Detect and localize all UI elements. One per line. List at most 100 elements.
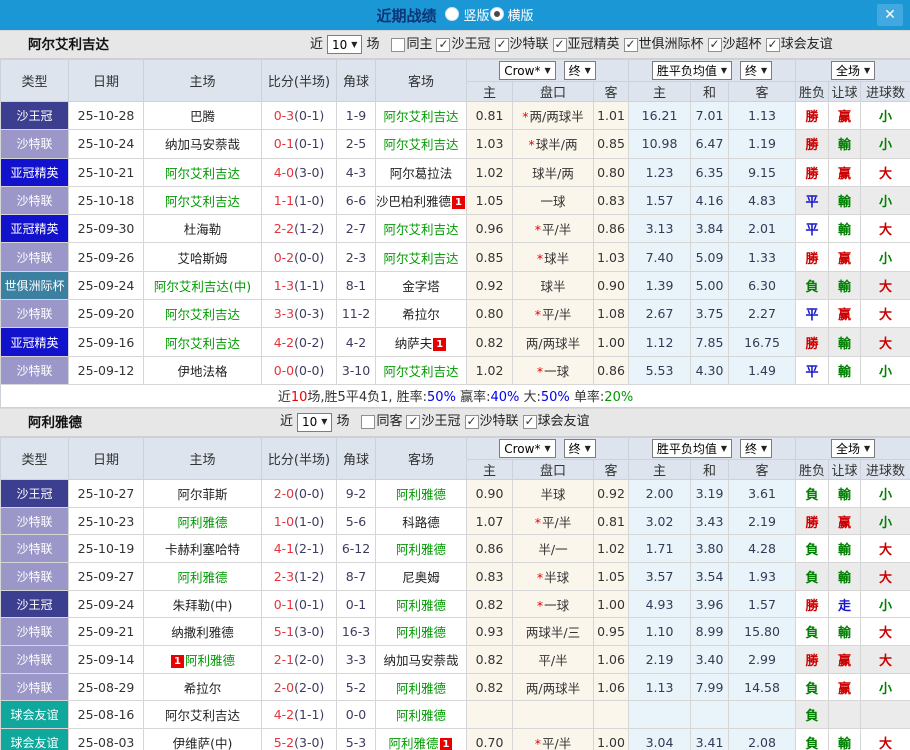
match-scope-select[interactable]: 全场 ▼ (830, 438, 876, 458)
close-button[interactable]: ✕ (877, 4, 903, 26)
type-cell: 沙特联 (0, 562, 69, 591)
match-scope-select[interactable]: 全场 ▼ (830, 61, 876, 80)
avg-draw-cell: 3.96 (690, 589, 730, 619)
full-time-score: 2-0 (273, 485, 295, 501)
type-cell: 亚冠精英 (0, 214, 69, 244)
away-team-name[interactable]: 阿尔艾利吉达 (383, 222, 458, 237)
home-team-name[interactable]: 阿尔艾利吉达(中) (154, 279, 251, 294)
odds-company-select[interactable]: Crow* ▼ (499, 439, 556, 459)
home-team-name: 纳加马安萘哉 (164, 137, 240, 153)
checkbox-icon[interactable]: ✓ (522, 415, 537, 430)
full-time-score: 2-2 (273, 221, 295, 237)
avg-draw-cell: 4.30 (690, 355, 730, 385)
odds-company-select[interactable]: Crow* ▼ (499, 61, 556, 81)
final-odds-select[interactable]: 终 ▼ (563, 60, 596, 80)
home-team-cell: 纳撒利雅德 (143, 617, 262, 647)
home-odds-cell: 1.02 (466, 355, 513, 385)
checkbox-icon[interactable]: ✓ (552, 37, 567, 52)
radio-dot (493, 11, 500, 18)
chevron-down-icon: ▼ (761, 66, 768, 75)
away-team-name[interactable]: 阿利雅德 (396, 681, 446, 696)
checkbox-icon[interactable]: ✓ (494, 37, 509, 52)
radio-icon[interactable] (489, 7, 504, 22)
early-change-marker: * (536, 597, 544, 613)
league-filter-checkbox[interactable]: ✓ 球会友谊 (522, 409, 590, 435)
home-team-name[interactable]: 阿利雅德 (185, 653, 235, 668)
view-mode-option[interactable]: 竖版 (445, 5, 490, 24)
home-odds-cell: 0.92 (466, 270, 513, 301)
league-filter-checkbox[interactable]: ✓ 亚冠精英 (552, 32, 620, 58)
league-filter-checkbox[interactable]: ✓ 沙王冠 (406, 409, 461, 435)
checkbox-icon[interactable] (391, 37, 406, 52)
league-filter-checkbox[interactable]: ✓ 球会友谊 (765, 32, 833, 58)
away-team-name[interactable]: 阿利雅德 (396, 542, 446, 557)
chevron-down-icon: ▼ (351, 39, 358, 49)
checkbox-icon[interactable]: ✓ (765, 37, 780, 52)
full-time-score: 4-1 (273, 541, 295, 557)
away-team-name[interactable]: 阿利雅德 (396, 487, 446, 502)
away-team-name: 沙巴柏利雅德 (376, 194, 452, 210)
home-team-name[interactable]: 阿尔艾利吉达 (165, 194, 240, 209)
home-team-name[interactable]: 阿尔艾利吉达 (165, 166, 240, 181)
away-team-name[interactable]: 阿尔艾利吉达 (383, 364, 458, 379)
away-team-name[interactable]: 阿尔艾利吉达 (383, 137, 458, 152)
avg-away-cell: 3.61 (728, 478, 797, 508)
league-filter-checkbox[interactable]: ✓ 沙王冠 (436, 32, 491, 58)
away-team-name[interactable]: 阿利雅德 (396, 598, 446, 613)
select-value: 胜平负均值 (656, 441, 717, 456)
league-filter-checkbox[interactable]: ✓ 世俱洲际杯 (623, 32, 704, 58)
final-odds-select[interactable]: 终 ▼ (563, 438, 596, 458)
half-time-score: (2-0) (294, 651, 325, 667)
select-value: 全场 (835, 441, 860, 456)
checkbox-icon[interactable]: ✓ (436, 37, 451, 52)
home-team-cell: 杜海勒 (143, 214, 262, 244)
league-filter-checkbox[interactable]: ✓ 沙特联 (464, 409, 519, 435)
league-filter-checkbox[interactable]: ✓ 沙特联 (494, 32, 549, 58)
checkbox-icon[interactable]: ✓ (464, 415, 479, 430)
away-team-cell: 阿尔艾利吉达 (375, 214, 467, 244)
away-team-name[interactable]: 阿尔艾利吉达 (383, 251, 458, 266)
home-team-name[interactable]: 阿尔艾利吉达 (165, 307, 240, 322)
wdl-average-select[interactable]: 胜平负均值 ▼ (651, 438, 733, 458)
checkbox-icon[interactable]: ✓ (707, 37, 722, 52)
away-odds-cell: 1.00 (592, 589, 630, 619)
avg-draw-cell: 6.47 (690, 129, 730, 159)
handicap-value: 球半/两 (535, 137, 578, 153)
wdl-average-select[interactable]: 胜平负均值 ▼ (651, 61, 733, 80)
odds-group-header: Crow* ▼ 终 ▼ (465, 436, 630, 460)
away-team-cell: 科路德 (375, 506, 467, 536)
match-row: 世俱洲际杯 25-09-24 阿尔艾利吉达(中) 1-3(1-1) 8-1 金字塔 0.92… (0, 270, 910, 301)
sub-column-header: 让球 (828, 81, 862, 102)
away-team-name[interactable]: 阿利雅德 (389, 736, 439, 750)
radio-label: 横版 (507, 8, 534, 24)
home-team-name[interactable]: 阿利雅德 (177, 515, 227, 530)
chevron-down-icon: ▼ (761, 443, 768, 453)
score-cell: 1-3(1-1) (261, 270, 337, 301)
games-count-select[interactable]: 10 ▼ (327, 35, 363, 54)
date-cell: 25-10-24 (68, 129, 144, 159)
league-filter-checkbox[interactable]: ✓ 沙超杯 (707, 32, 762, 58)
final-select[interactable]: 终 ▼ (740, 61, 773, 80)
away-odds-cell: 1.00 (592, 728, 630, 750)
view-mode-option[interactable]: 横版 (489, 5, 534, 24)
home-team-name[interactable]: 阿尔艾利吉达 (165, 336, 240, 351)
games-count-select[interactable]: 10 ▼ (297, 412, 333, 432)
chevron-down-icon: ▼ (544, 66, 551, 76)
handicap-result-cell: 輸 (828, 270, 862, 301)
early-change-marker: * (534, 222, 542, 238)
handicap-value: 球半 (544, 250, 570, 266)
away-team-name[interactable]: 阿利雅德 (396, 625, 446, 640)
final-select[interactable]: 终 ▼ (740, 438, 773, 458)
league-filter-checkbox[interactable]: 同客 (361, 409, 402, 435)
radio-icon[interactable] (445, 7, 460, 22)
checkbox-icon[interactable]: ✓ (406, 415, 421, 430)
date-cell: 25-08-16 (68, 700, 144, 730)
away-team-name[interactable]: 阿尔艾利吉达 (383, 109, 458, 124)
away-team-name[interactable]: 阿利雅德 (396, 708, 446, 723)
checkbox-icon[interactable]: ✓ (623, 37, 638, 52)
league-filter-checkbox[interactable]: 同主 (391, 32, 432, 58)
home-team-name[interactable]: 阿利雅德 (177, 570, 227, 585)
avg-away-cell: 6.30 (728, 270, 797, 301)
avg-home-cell: 2.00 (628, 478, 692, 508)
checkbox-icon[interactable] (361, 415, 376, 430)
